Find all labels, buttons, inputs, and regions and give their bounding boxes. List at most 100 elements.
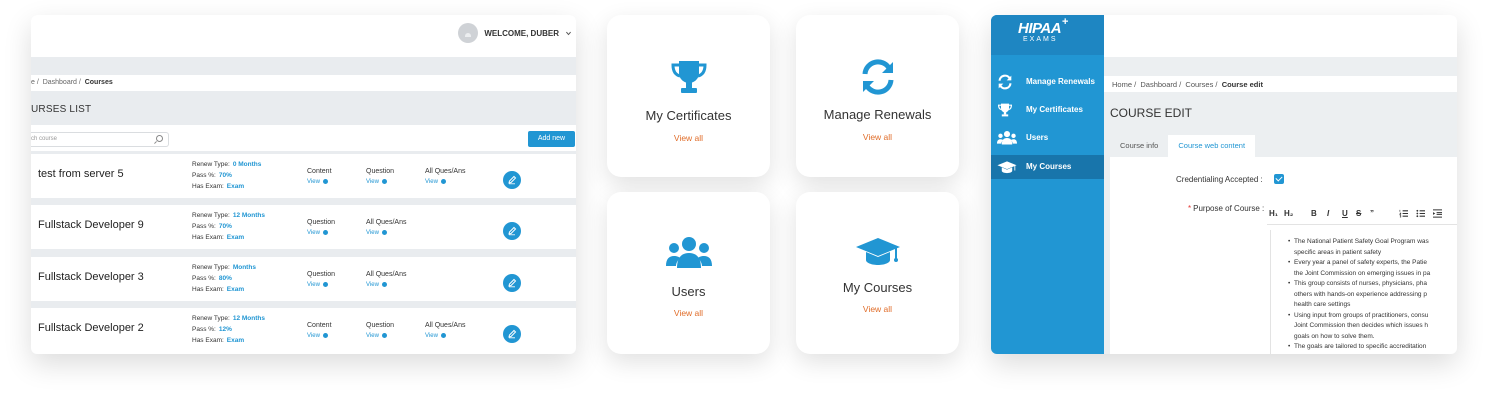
- renew-type-value: 12 Months: [232, 315, 265, 322]
- edit-course-button[interactable]: [503, 274, 521, 292]
- view-label: View: [366, 230, 379, 236]
- arrow-circle-icon: [440, 332, 446, 338]
- exam-link[interactable]: Exam: [227, 337, 244, 344]
- indent-icon[interactable]: [1433, 209, 1442, 218]
- sidebar-item-my-certificates[interactable]: My Certificates: [991, 98, 1104, 122]
- course-name: Fullstack Developer 3: [38, 271, 144, 283]
- column-label: Question: [366, 322, 395, 329]
- arrow-circle-icon: [381, 178, 387, 184]
- exam-link[interactable]: Exam: [227, 234, 244, 241]
- trophy-icon: [607, 59, 770, 95]
- course-meta: Renew Type: 0 Months Pass %: 70% Has Exam:…: [192, 159, 261, 192]
- view-link[interactable]: View: [366, 229, 387, 236]
- view-link[interactable]: View: [425, 332, 446, 339]
- editor-toolbar: H₁ H₂ B I U S ”: [1267, 203, 1457, 225]
- edit-course-button[interactable]: [503, 325, 521, 343]
- view-label: View: [366, 333, 379, 339]
- view-link[interactable]: View: [425, 178, 446, 185]
- tile-my-courses[interactable]: My Courses View all: [796, 192, 959, 354]
- view-link[interactable]: View: [307, 229, 328, 236]
- pass-label: Pass %:: [192, 223, 216, 230]
- question-column: Question View: [307, 270, 335, 290]
- column-label: Content: [307, 322, 332, 329]
- view-link[interactable]: View: [366, 332, 387, 339]
- editor-line: health care settings: [1294, 301, 1351, 308]
- renew-type-value: 12 Months: [232, 212, 265, 219]
- renew-type-label: Renew Type:: [192, 212, 230, 219]
- underline-button[interactable]: U: [1342, 209, 1348, 218]
- view-link[interactable]: View: [307, 281, 328, 288]
- question-column: Question View: [366, 321, 394, 341]
- sidebar-item-my-courses[interactable]: My Courses: [991, 155, 1104, 179]
- tile-title: Manage Renewals: [823, 107, 932, 122]
- breadcrumb-home[interactable]: e: [31, 79, 35, 86]
- heading1-button[interactable]: H₁: [1269, 209, 1278, 218]
- view-link[interactable]: View: [366, 178, 387, 185]
- view-all-link[interactable]: View all: [796, 304, 959, 314]
- view-all-link[interactable]: View all: [796, 132, 959, 142]
- view-label: View: [307, 282, 320, 288]
- tile-users[interactable]: Users View all: [607, 192, 770, 354]
- tile-manage-renewals[interactable]: Manage Renewals View all: [796, 15, 959, 177]
- pass-label: Pass %:: [192, 275, 216, 282]
- question-column: Question View: [307, 218, 335, 238]
- exam-link[interactable]: Exam: [227, 286, 244, 293]
- column-label: All Ques/Ans: [425, 322, 466, 329]
- hipaa-exams-logo[interactable]: HIPAA + EXAMS: [991, 15, 1104, 55]
- pass-label: Pass %:: [192, 326, 216, 333]
- view-link[interactable]: View: [307, 178, 328, 185]
- view-label: View: [425, 179, 438, 185]
- view-all-link[interactable]: View all: [607, 133, 770, 143]
- tile-my-certificates[interactable]: My Certificates View all: [607, 15, 770, 177]
- all-ques-column: All Ques/Ans View: [366, 218, 406, 238]
- course-name: test from server 5: [38, 168, 124, 180]
- pass-label: Pass %:: [192, 172, 216, 179]
- breadcrumb-courses[interactable]: Courses: [1185, 80, 1213, 89]
- breadcrumb-dashboard[interactable]: Dashboard: [43, 79, 77, 86]
- view-label: View: [307, 179, 320, 185]
- view-link[interactable]: View: [307, 332, 328, 339]
- user-menu[interactable]: WELCOME, DUBER: [458, 23, 572, 43]
- edit-course-button[interactable]: [503, 171, 521, 189]
- rich-text-editor[interactable]: • The National Patient Safety Goal Progra…: [1270, 230, 1457, 354]
- ordered-list-icon[interactable]: [1399, 209, 1408, 218]
- avatar[interactable]: [458, 23, 479, 43]
- column-label: Question: [307, 219, 336, 226]
- view-label: View: [307, 230, 320, 236]
- arrow-circle-icon: [322, 281, 328, 287]
- purpose-label: * Purpose of Course :: [1188, 204, 1264, 213]
- heading2-button[interactable]: H₂: [1284, 209, 1293, 218]
- bold-button[interactable]: B: [1311, 209, 1317, 218]
- italic-button[interactable]: I: [1327, 209, 1329, 218]
- welcome-text[interactable]: WELCOME, DUBER: [484, 29, 559, 38]
- sidebar-item-users[interactable]: Users: [991, 126, 1104, 150]
- bullet-list-icon[interactable]: [1416, 209, 1425, 218]
- credentialing-checkbox[interactable]: [1274, 174, 1284, 184]
- table-row: test from server 5 Renew Type: 0 Months P…: [31, 154, 576, 198]
- search-input[interactable]: ch course: [31, 132, 169, 147]
- exam-link[interactable]: Exam: [227, 183, 244, 190]
- courses-list-panel: WELCOME, DUBER e / Dashboard / Courses U…: [31, 15, 576, 354]
- pass-value: 80%: [218, 275, 232, 282]
- tab-course-web-content[interactable]: Course web content: [1168, 135, 1256, 157]
- tab-course-info[interactable]: Course info: [1110, 135, 1168, 157]
- breadcrumb-dashboard[interactable]: Dashboard: [1140, 80, 1177, 89]
- pencil-icon: [508, 226, 517, 236]
- has-exam-label: Has Exam:: [192, 183, 224, 190]
- search-icon: [156, 135, 163, 142]
- has-exam-label: Has Exam:: [192, 286, 224, 293]
- breadcrumb-home[interactable]: Home: [1112, 80, 1132, 89]
- sidebar-item-label: Manage Renewals: [1026, 77, 1095, 86]
- all-ques-column: All Ques/Ans View: [366, 270, 406, 290]
- course-meta: Renew Type: Months Pass %: 80% Has Exam: Ex…: [192, 262, 256, 295]
- strikethrough-button[interactable]: S: [1356, 209, 1361, 218]
- arrow-circle-icon: [440, 178, 446, 184]
- pencil-icon: [508, 175, 517, 185]
- view-link[interactable]: View: [366, 281, 387, 288]
- blockquote-button[interactable]: ”: [1370, 209, 1374, 218]
- edit-course-button[interactable]: [503, 222, 521, 240]
- sidebar-item-manage-renewals[interactable]: Manage Renewals: [991, 70, 1104, 94]
- composite-screenshot: WELCOME, DUBER e / Dashboard / Courses U…: [0, 0, 1488, 401]
- add-new-button[interactable]: Add new: [528, 131, 575, 147]
- view-all-link[interactable]: View all: [607, 308, 770, 318]
